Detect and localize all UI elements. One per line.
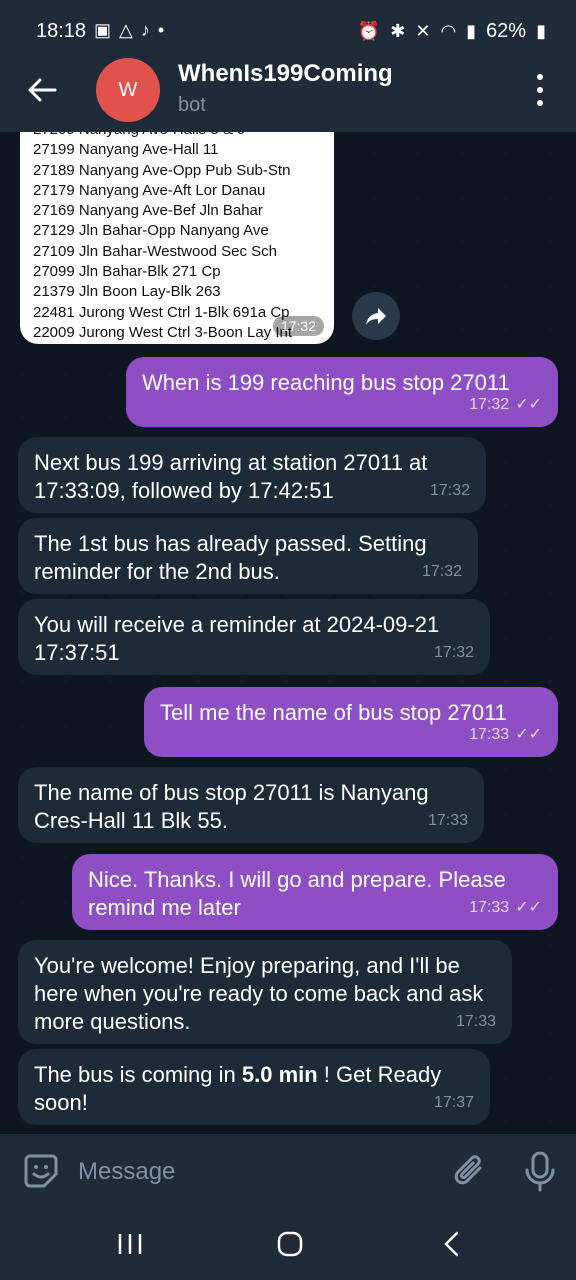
image-text-line: 27109 Jln Bahar-Westwood Sec Sch	[33, 242, 278, 260]
back-arrow-icon	[28, 78, 57, 102]
chat-header: W WhenIs199Coming bot	[0, 56, 576, 132]
chat-title[interactable]: WhenIs199Coming	[178, 60, 393, 88]
recent-apps-button[interactable]	[110, 1226, 150, 1262]
incoming-message[interactable]: The name of bus stop 27011 is Nanyang Cr…	[18, 767, 484, 843]
emoji-button[interactable]	[22, 1152, 60, 1190]
outgoing-message[interactable]: Nice. Thanks. I will go and prepare. Ple…	[72, 854, 558, 930]
message-time: 17:37	[433, 1094, 474, 1111]
forward-button[interactable]	[352, 292, 400, 340]
attach-button[interactable]	[450, 1152, 488, 1190]
dot-icon: •	[157, 20, 165, 40]
image-text-line: 27199 Nanyang Ave-Hall 11	[33, 141, 219, 159]
image-text-line: 27209 Nanyang Ave-Halls 8 & 9	[20, 132, 334, 140]
read-checkmarks-icon: ✓✓	[515, 396, 542, 413]
incoming-message[interactable]: Next bus 199 arriving at station 27011 a…	[18, 437, 486, 513]
message-text: The 1st bus has already passed. Setting …	[34, 531, 427, 584]
message-text-part: The bus is coming in	[34, 1062, 242, 1087]
system-nav-bar	[0, 1208, 576, 1280]
voice-message-button[interactable]	[522, 1150, 558, 1192]
dot-icon	[537, 87, 543, 93]
image-text-line: 27129 Jln Bahar-Opp Nanyang Ave	[33, 222, 269, 240]
message-text: You're welcome! Enjoy preparing, and I'l…	[34, 953, 484, 1034]
avatar[interactable]: W	[96, 58, 160, 122]
incoming-message[interactable]: You will receive a reminder at 2024-09-2…	[18, 599, 490, 675]
battery-level: 62%	[486, 20, 527, 42]
gallery-icon: ▣	[94, 20, 112, 40]
incoming-message[interactable]: You're welcome! Enjoy preparing, and I'l…	[18, 940, 512, 1044]
image-text-line: 27179 Nanyang Ave-Aft Lor Danau	[33, 181, 266, 199]
wifi-icon: ◠	[440, 21, 457, 41]
notification-icons: ▣ △ ♪ •	[94, 20, 164, 41]
mute-icon: ✕	[415, 21, 431, 41]
tiktok-icon: ♪	[140, 20, 150, 40]
message-meta: 17:32 ✓✓	[469, 391, 542, 419]
home-icon	[277, 1231, 303, 1257]
system-icons: ⏰ ✱ ✕ ◠ ▮ 62% ▮	[358, 20, 546, 43]
message-time: 17:32	[469, 396, 510, 413]
sticker-icon	[24, 1154, 58, 1188]
message-time: 17:33	[455, 1013, 496, 1030]
compose-bar	[0, 1134, 576, 1208]
message-time: 17:32	[433, 644, 474, 661]
battery-icon: ▮	[536, 21, 546, 41]
microphone-icon	[525, 1151, 555, 1192]
message-time: 17:32	[272, 316, 324, 336]
image-message[interactable]: 27209 Nanyang Ave-Halls 8 & 9 27199 Nany…	[20, 132, 334, 344]
outgoing-message[interactable]: Tell me the name of bus stop 27011 17:33…	[144, 687, 558, 757]
message-time: 17:33	[469, 726, 510, 743]
message-time: 17:33	[427, 812, 468, 829]
image-text-line: 21379 Jln Boon Lay-Blk 263	[33, 283, 221, 301]
message-meta: 17:33 ✓✓	[469, 894, 542, 922]
status-time: 18:18	[36, 20, 87, 42]
paperclip-icon	[454, 1155, 482, 1185]
image-text-line: 27169 Nanyang Ave-Bef Jln Bahar	[33, 202, 263, 220]
dot-icon	[537, 100, 543, 106]
message-input[interactable]	[76, 1154, 410, 1190]
message-text: The bus is coming in 5.0 min ! Get Ready…	[34, 1061, 474, 1117]
bluetooth-icon: ✱	[390, 21, 406, 41]
dot-icon	[537, 74, 543, 80]
alarm-icon: ⏰	[357, 21, 381, 41]
status-bar: 18:18 ▣ △ ♪ • ⏰ ✱ ✕ ◠ ▮ 62% ▮	[0, 0, 576, 56]
message-time: 17:33	[469, 899, 510, 916]
message-time: 17:32	[429, 482, 470, 499]
home-button[interactable]	[270, 1226, 310, 1262]
message-text-bold: 5.0 min	[241, 1062, 318, 1087]
image-text-line: 27189 Nanyang Ave-Opp Pub Sub-Stn	[33, 161, 291, 179]
read-checkmarks-icon: ✓✓	[515, 726, 542, 743]
message-text: You will receive a reminder at 2024-09-2…	[34, 612, 440, 665]
message-meta: 17:33 ✓✓	[469, 721, 542, 749]
message-text: Next bus 199 arriving at station 27011 a…	[34, 450, 428, 503]
message-text: The name of bus stop 27011 is Nanyang Cr…	[34, 780, 429, 833]
drive-icon: △	[119, 20, 133, 40]
chat-subtitle: bot	[178, 94, 206, 116]
recent-apps-icon	[118, 1234, 142, 1254]
incoming-message[interactable]: The bus is coming in 5.0 min ! Get Ready…	[18, 1049, 490, 1125]
back-button[interactable]	[22, 70, 62, 110]
incoming-message[interactable]: The 1st bus has already passed. Setting …	[18, 518, 478, 594]
chevron-left-icon	[444, 1231, 459, 1257]
read-checkmarks-icon: ✓✓	[515, 899, 542, 916]
back-nav-button[interactable]	[432, 1226, 472, 1262]
message-list[interactable]: 27209 Nanyang Ave-Halls 8 & 9 27199 Nany…	[0, 132, 576, 1134]
image-text-line: 27099 Jln Bahar-Blk 271 Cp	[33, 263, 221, 281]
more-options-button[interactable]	[528, 74, 552, 106]
forward-icon	[366, 308, 386, 325]
signal-icon: ▮	[466, 21, 477, 41]
outgoing-message[interactable]: When is 199 reaching bus stop 27011 17:3…	[126, 357, 558, 427]
message-time: 17:32	[421, 563, 462, 580]
